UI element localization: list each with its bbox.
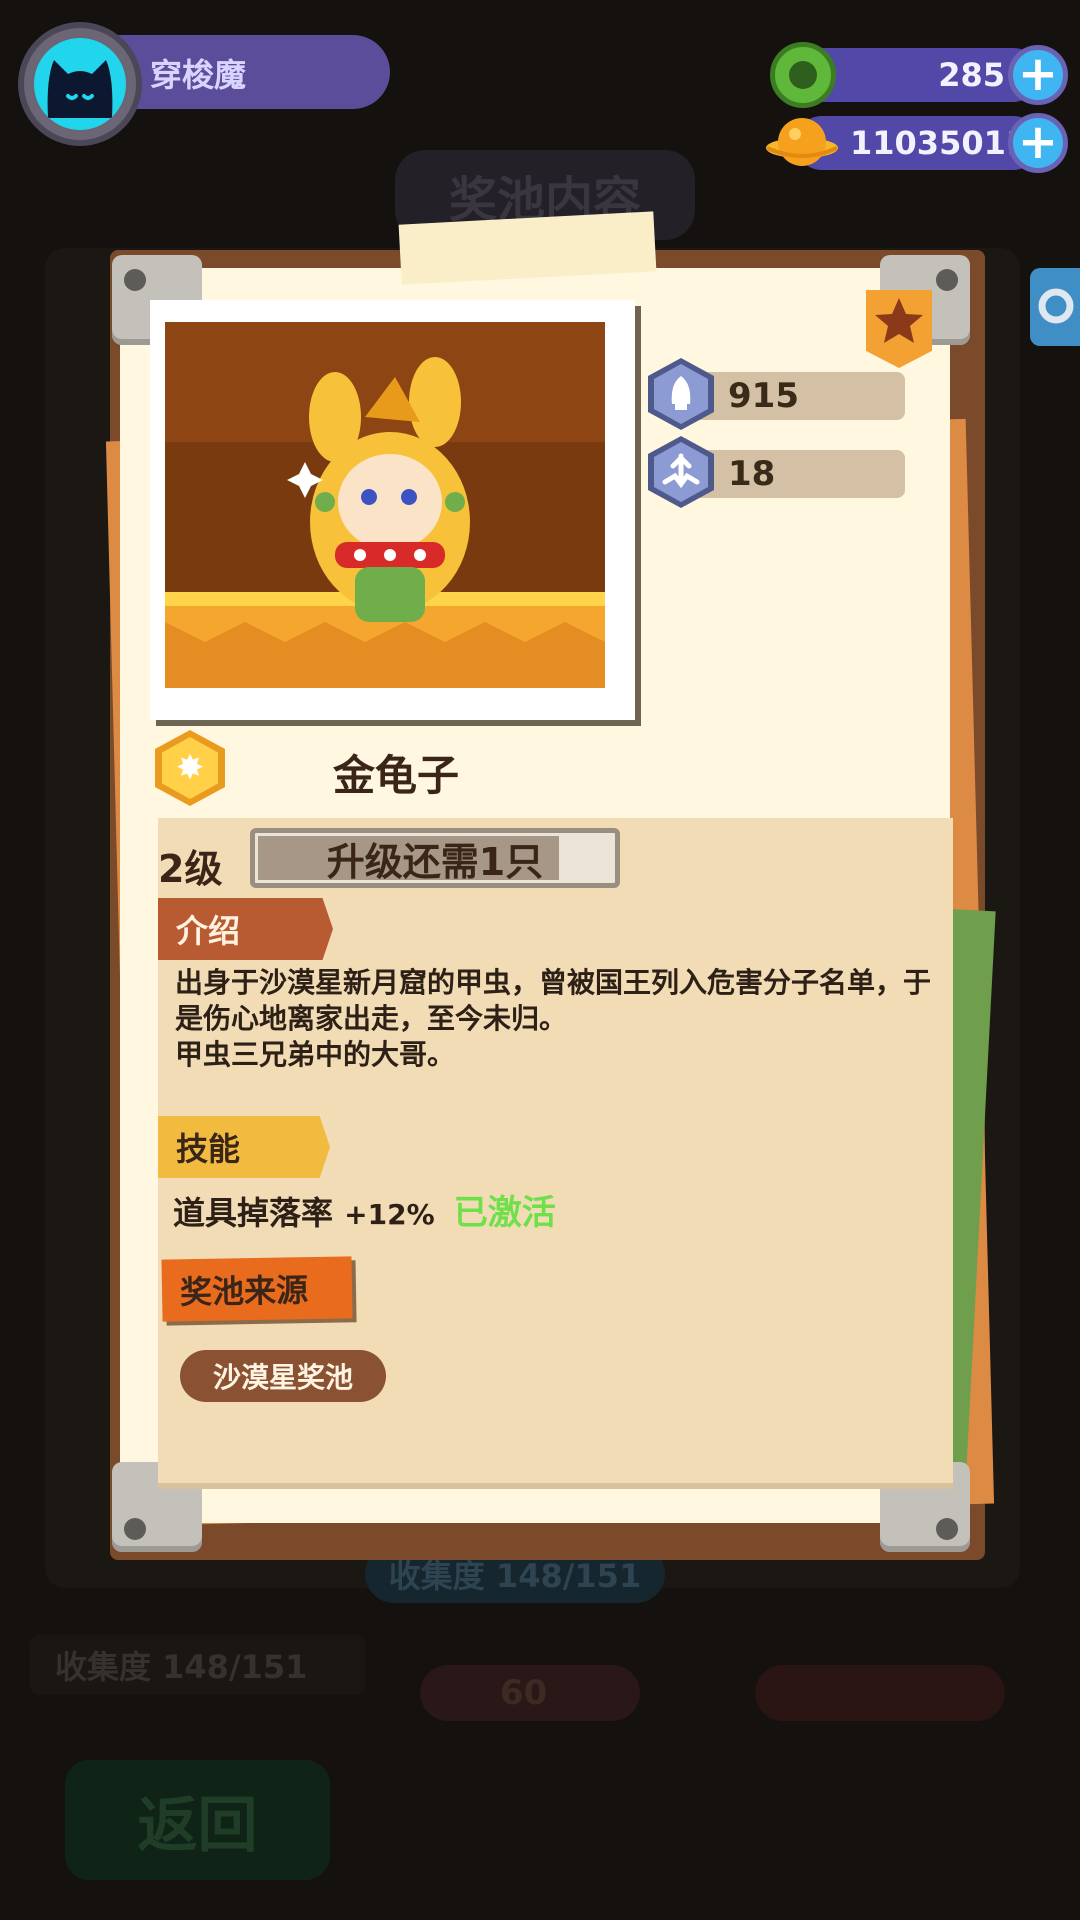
description-line: 甲虫三兄弟中的大哥。 [175, 1038, 456, 1071]
intro-section-label: 介绍 [158, 898, 333, 960]
character-portrait [165, 322, 605, 688]
avatar[interactable] [34, 38, 126, 130]
coin-count: 11035011 [850, 124, 1029, 162]
planet-coin-icon [765, 112, 839, 176]
skill-line: 道具掉落率 +12% 已激活 [173, 1185, 556, 1234]
cat-face-icon [47, 60, 113, 118]
star-icon [875, 298, 923, 343]
background-back-button: 返回 [65, 1760, 330, 1880]
character-name: 金龟子 [333, 751, 460, 800]
player-name: 穿梭魔 [150, 56, 247, 94]
link-icon [1038, 288, 1074, 324]
skill-bonus: +12% [344, 1198, 435, 1231]
character-level: 2级 [158, 847, 223, 891]
beetle-character-icon [165, 322, 605, 688]
skill-section-label: 技能 [158, 1116, 330, 1178]
gem-count: 285 [938, 56, 1005, 94]
source-pool-button[interactable]: 沙漠星奖池 [180, 1350, 386, 1402]
add-coin-button[interactable]: + [1008, 113, 1068, 173]
source-section-label: 奖池来源 [161, 1256, 353, 1322]
green-gem-icon [770, 42, 836, 108]
background-cost-pill: 60 [420, 1665, 640, 1721]
defense-value: 18 [728, 454, 776, 494]
defense-stat-bar [690, 450, 905, 498]
character-description: 出身于沙漠星新月窟的甲虫，曾被国王列入危害分子名单，于是伤心地离家出走，至今未归… [175, 965, 935, 1073]
background-cost-pill-2 [755, 1665, 1005, 1721]
attack-value: 915 [728, 376, 799, 416]
side-tab-button[interactable] [1030, 268, 1080, 346]
skill-name: 道具掉落率 [173, 1194, 334, 1232]
skill-status: 已激活 [453, 1193, 556, 1233]
description-line: 出身于沙漠星新月窟的甲虫，曾被国王列入危害分子名单，于是伤心地离家出走，至今未归… [175, 966, 932, 1035]
add-gem-button[interactable]: + [1008, 45, 1068, 105]
background-collection-text: 收集度 148/151 [30, 1635, 365, 1695]
upgrade-requirement: 升级还需1只 [326, 839, 544, 884]
